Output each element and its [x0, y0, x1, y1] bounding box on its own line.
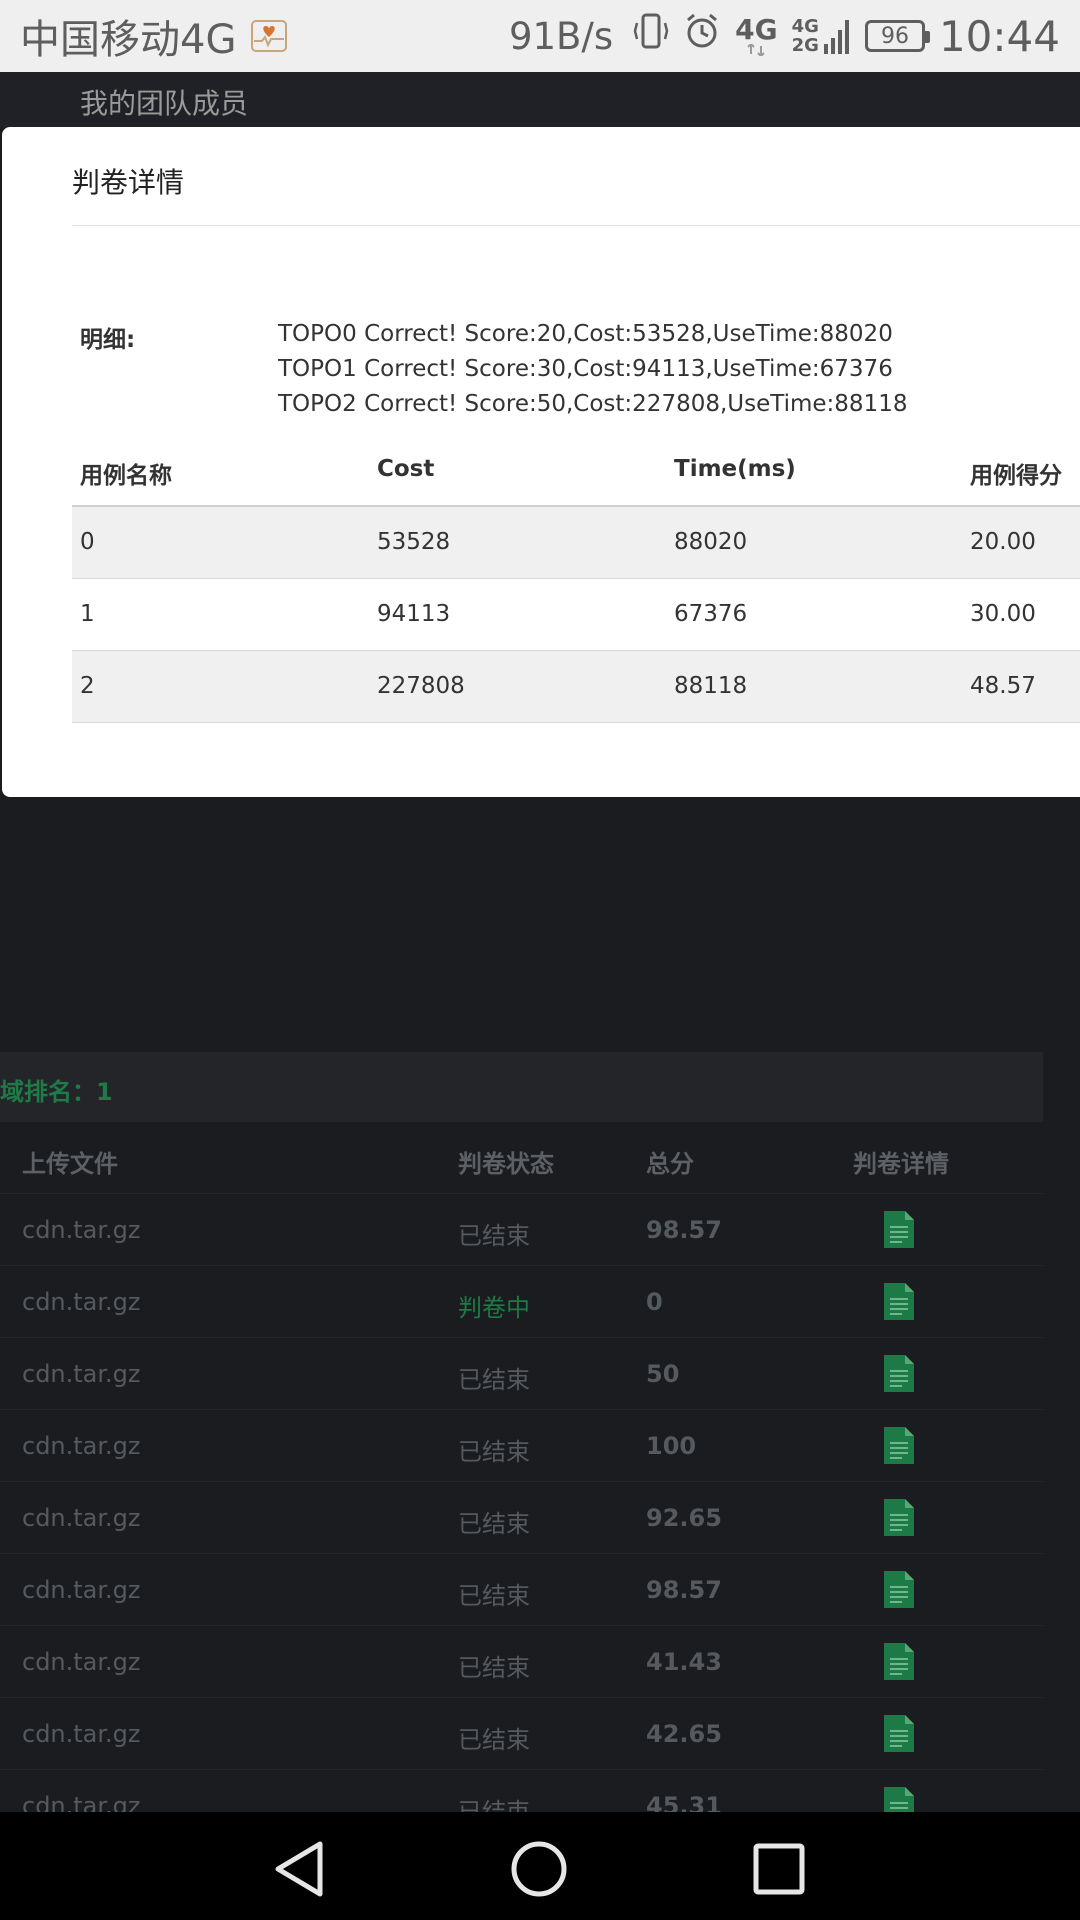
submissions-table: 上传文件 判卷状态 总分 判卷详情 cdn.tar.gz 已结束 98.57 cdn.…: [0, 1122, 1043, 1842]
total-score: 0: [646, 1288, 663, 1316]
table-row: cdn.tar.gz 判卷中 0: [0, 1266, 1043, 1338]
case-score: 30.00: [970, 601, 1036, 627]
total-score: 42.65: [646, 1720, 722, 1748]
alarm-icon: [683, 11, 721, 61]
data-type-icon: 4G: [735, 13, 778, 56]
signal-bottom-label: 2G: [791, 35, 819, 56]
header-case-name: 用例名称: [80, 463, 172, 489]
total-score: 41.43: [646, 1648, 722, 1676]
grading-status: 已结束: [458, 1582, 530, 1610]
total-score: 100: [646, 1432, 697, 1460]
modal-title: 判卷详情: [72, 166, 185, 199]
back-triangle-icon[interactable]: [272, 1840, 326, 1902]
grading-status: 已结束: [458, 1438, 530, 1466]
grading-status: 已结束: [458, 1654, 530, 1682]
case-name: 2: [80, 673, 95, 699]
signal-top-label: 4G: [791, 16, 819, 37]
testcase-row: 0 53528 88020 20.00: [72, 507, 1080, 579]
case-cost: 227808: [377, 673, 465, 699]
total-score: 98.57: [646, 1576, 722, 1604]
case-cost: 94113: [377, 601, 451, 627]
table-row: cdn.tar.gz 已结束 92.65: [0, 1482, 1043, 1554]
carrier-label: 中国移动4G: [20, 17, 237, 63]
total-score: 98.57: [646, 1216, 722, 1244]
file-name: cdn.tar.gz: [22, 1288, 141, 1316]
header-score: 总分: [646, 1150, 694, 1178]
navigation-bar: [0, 1812, 1080, 1920]
document-icon[interactable]: [884, 1643, 914, 1680]
grading-status: 已结束: [458, 1366, 530, 1394]
recent-square-icon[interactable]: [752, 1840, 806, 1902]
document-icon[interactable]: [884, 1211, 914, 1248]
table-row: cdn.tar.gz 已结束 98.57: [0, 1194, 1043, 1266]
document-icon[interactable]: [884, 1283, 914, 1320]
file-name: cdn.tar.gz: [22, 1432, 141, 1460]
status-bar: 中国移动4G 91B/s 4G 4G 2G 96 10:44: [0, 0, 1080, 72]
clock: 10:44: [938, 11, 1060, 61]
table-row: cdn.tar.gz 已结束 50: [0, 1338, 1043, 1410]
total-score: 50: [646, 1360, 680, 1388]
header-status: 判卷状态: [458, 1150, 554, 1178]
table-row: cdn.tar.gz 已结束 42.65: [0, 1698, 1043, 1770]
page-title: 我的团队成员: [80, 87, 249, 120]
case-time: 88118: [674, 673, 748, 699]
case-score: 48.57: [970, 673, 1036, 699]
rank-bar: 域排名：1: [0, 1052, 1043, 1122]
case-name: 1: [80, 601, 95, 627]
grading-details-modal: 判卷详情 明细: TOPO0 Correct! Score:20,Cost:53…: [2, 127, 1080, 797]
case-cost: 53528: [377, 529, 451, 555]
document-icon[interactable]: [884, 1715, 914, 1752]
case-name: 0: [80, 529, 95, 555]
file-name: cdn.tar.gz: [22, 1720, 141, 1748]
file-name: cdn.tar.gz: [22, 1504, 141, 1532]
grading-status: 已结束: [458, 1510, 530, 1538]
header-cost: Cost: [377, 456, 435, 482]
header-time: Time(ms): [674, 456, 796, 482]
header-case-score: 用例得分: [970, 463, 1062, 489]
file-name: cdn.tar.gz: [22, 1360, 141, 1388]
dual-signal-icon: 4G 2G: [792, 16, 851, 56]
data-type-label: 4G: [735, 13, 778, 46]
case-score: 20.00: [970, 529, 1036, 555]
document-icon[interactable]: [884, 1355, 914, 1392]
network-speed: 91B/s: [508, 14, 614, 58]
battery-icon: 96: [864, 20, 930, 52]
rank-text: 域排名：1: [0, 1078, 113, 1106]
modal-divider: [72, 225, 1080, 226]
table-header-row: 上传文件 判卷状态 总分 判卷详情: [0, 1122, 1043, 1194]
file-name: cdn.tar.gz: [22, 1216, 141, 1244]
total-score: 92.65: [646, 1504, 722, 1532]
page-header: 我的团队成员: [0, 72, 1080, 128]
file-name: cdn.tar.gz: [22, 1576, 141, 1604]
header-details: 判卷详情: [853, 1150, 949, 1178]
heart-pulse-icon: [250, 17, 288, 55]
testcase-header-row: 用例名称 Cost Time(ms) 用例得分: [72, 435, 1080, 507]
battery-level: 96: [880, 23, 909, 49]
document-icon[interactable]: [884, 1499, 914, 1536]
case-time: 88020: [674, 529, 748, 555]
grading-status: 已结束: [458, 1726, 530, 1754]
home-circle-icon[interactable]: [510, 1840, 568, 1902]
table-row: cdn.tar.gz 已结束 100: [0, 1410, 1043, 1482]
detail-line: TOPO2 Correct! Score:50,Cost:227808,UseT…: [278, 391, 908, 417]
grading-status: 已结束: [458, 1222, 530, 1250]
file-name: cdn.tar.gz: [22, 1648, 141, 1676]
grading-status: 判卷中: [458, 1294, 530, 1322]
header-file: 上传文件: [22, 1150, 118, 1178]
document-icon[interactable]: [884, 1427, 914, 1464]
vibrate-icon: [633, 11, 669, 61]
detail-lines: TOPO0 Correct! Score:20,Cost:53528,UseTi…: [278, 317, 907, 422]
table-row: cdn.tar.gz 已结束 41.43: [0, 1626, 1043, 1698]
detail-label: 明细:: [80, 327, 136, 353]
detail-line: TOPO1 Correct! Score:30,Cost:94113,UseTi…: [278, 356, 893, 382]
detail-line: TOPO0 Correct! Score:20,Cost:53528,UseTi…: [278, 321, 893, 347]
case-time: 67376: [674, 601, 748, 627]
testcase-row: 1 94113 67376 30.00: [72, 579, 1080, 651]
table-row: cdn.tar.gz 已结束 98.57: [0, 1554, 1043, 1626]
testcase-row: 2 227808 88118 48.57: [72, 651, 1080, 723]
document-icon[interactable]: [884, 1571, 914, 1608]
testcase-table: 用例名称 Cost Time(ms) 用例得分 0 53528 88020 20…: [72, 435, 1080, 723]
